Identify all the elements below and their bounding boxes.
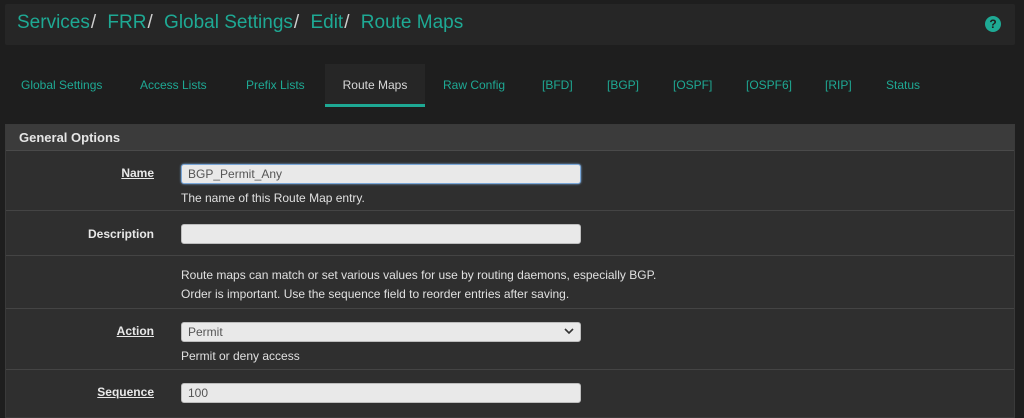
chevron-down-icon: [564, 328, 574, 335]
tab-access-lists[interactable]: Access Lists: [140, 64, 207, 106]
help-icon[interactable]: ?: [985, 16, 1001, 32]
name-label: Name: [121, 166, 154, 180]
panel-title: General Options: [6, 125, 1014, 151]
description-row: Description: [6, 211, 1014, 256]
tab-raw-config[interactable]: Raw Config: [443, 64, 505, 106]
action-label: Action: [116, 324, 154, 338]
breadcrumb-separator: /: [344, 12, 350, 33]
breadcrumb-separator: /: [147, 12, 153, 33]
page-header: Services/ FRR/ Global Settings/ Edit/ Ro…: [5, 4, 1015, 45]
info-text-line1: Route maps can match or set various valu…: [181, 268, 657, 282]
action-selected-value: Permit: [188, 325, 223, 339]
sequence-label: Sequence: [97, 385, 154, 399]
general-options-panel: General Options Name BGP_Permit_Any The …: [5, 124, 1015, 418]
action-help-text: Permit or deny access: [181, 349, 300, 363]
breadcrumb: Services/ FRR/ Global Settings/ Edit/ Ro…: [17, 12, 463, 34]
tab-prefix-lists[interactable]: Prefix Lists: [246, 64, 305, 106]
breadcrumb-separator: /: [293, 12, 300, 33]
breadcrumb-services[interactable]: Services: [17, 12, 90, 33]
tab-ospf[interactable]: [OSPF]: [673, 64, 712, 106]
tab-status[interactable]: Status: [886, 64, 920, 106]
description-field[interactable]: [181, 224, 581, 244]
sequence-field[interactable]: 100: [181, 383, 581, 403]
action-row: Action Permit Permit or deny access: [6, 309, 1014, 370]
tab-rip[interactable]: [RIP]: [825, 64, 852, 106]
action-select[interactable]: Permit: [181, 322, 581, 342]
tab-global-settings[interactable]: Global Settings: [21, 64, 102, 106]
breadcrumb-edit[interactable]: Edit: [310, 12, 343, 33]
tab-ospf6[interactable]: [OSPF6]: [746, 64, 792, 106]
sequence-row: Sequence 100: [6, 370, 1014, 416]
info-text-line2: Order is important. Use the sequence fie…: [181, 287, 570, 301]
tab-route-maps[interactable]: Route Maps: [325, 64, 425, 107]
name-field[interactable]: BGP_Permit_Any: [181, 164, 581, 184]
tab-bar: Global Settings Access Lists Prefix List…: [5, 64, 1015, 108]
breadcrumb-global-settings[interactable]: Global Settings: [164, 12, 293, 33]
name-row: Name BGP_Permit_Any The name of this Rou…: [6, 151, 1014, 211]
breadcrumb-separator: /: [90, 12, 97, 33]
tab-bfd[interactable]: [BFD]: [542, 64, 573, 106]
breadcrumb-route-maps[interactable]: Route Maps: [361, 12, 463, 33]
breadcrumb-frr[interactable]: FRR: [107, 12, 146, 33]
name-help-text: The name of this Route Map entry.: [181, 191, 365, 205]
description-label: Description: [87, 227, 154, 241]
tab-bgp[interactable]: [BGP]: [607, 64, 639, 106]
info-row: Route maps can match or set various valu…: [6, 256, 1014, 309]
